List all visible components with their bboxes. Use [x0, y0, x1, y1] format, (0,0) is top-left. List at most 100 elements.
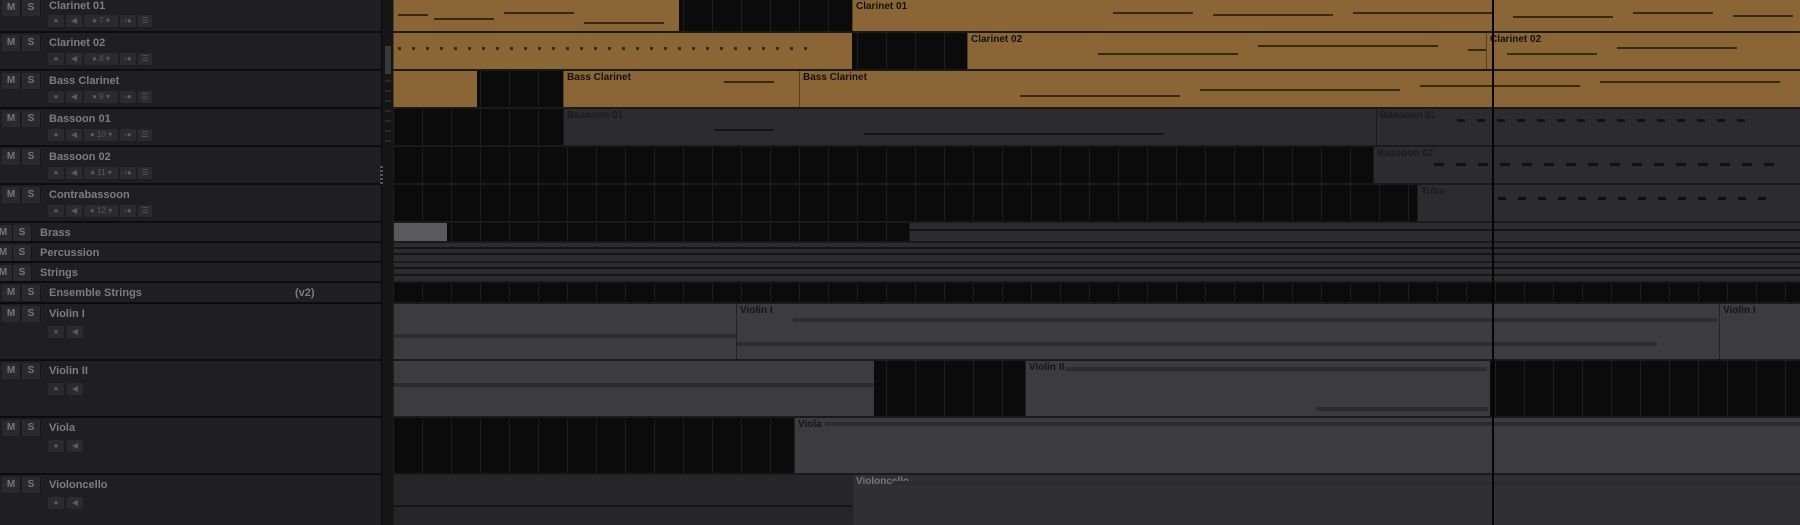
track-clarinet-01[interactable]: M S Clarinet 01 ● ◀ ● 7 ▾ ‹● ☰: [0, 0, 381, 33]
monitor-icon[interactable]: ◀: [66, 15, 82, 27]
track-name[interactable]: Percussion: [40, 247, 99, 259]
mute-button[interactable]: M: [0, 265, 13, 281]
folder-clip[interactable]: [909, 223, 1800, 241]
track-name[interactable]: Ensemble Strings: [49, 287, 142, 299]
track-name[interactable]: Brass: [40, 227, 71, 239]
playhead[interactable]: [1492, 0, 1494, 525]
midi-clip[interactable]: Bassoon 01: [1376, 109, 1800, 145]
channel-selector[interactable]: ● 8 ▾: [84, 53, 118, 65]
channel-selector[interactable]: ● 7 ▾: [84, 15, 118, 27]
mute-button[interactable]: M: [2, 73, 21, 89]
scrollbar-thumb[interactable]: [385, 46, 391, 74]
solo-button[interactable]: S: [22, 477, 41, 493]
edit-instrument-icon[interactable]: ‹●: [120, 205, 136, 217]
edit-instrument-icon[interactable]: ‹●: [120, 53, 136, 65]
track-violin-1[interactable]: M S Violin I ● ◀: [0, 304, 381, 361]
channel-selector[interactable]: ● 11 ▾: [84, 167, 118, 179]
instrument-rack-icon[interactable]: ☰: [138, 91, 152, 103]
monitor-icon[interactable]: ◀: [66, 167, 82, 179]
solo-button[interactable]: S: [22, 111, 41, 127]
track-bass-clarinet[interactable]: M S Bass Clarinet ● ◀ ● 9 ▾ ‹● ☰: [0, 71, 381, 109]
channel-selector[interactable]: ● 10 ▾: [84, 129, 118, 141]
solo-button[interactable]: S: [22, 149, 41, 165]
channel-selector[interactable]: ● 12 ▾: [84, 205, 118, 217]
mute-button[interactable]: M: [0, 225, 13, 241]
audio-clip[interactable]: [393, 361, 874, 416]
track-bassoon-01[interactable]: M S Bassoon 01 ● ◀ ● 10 ▾ ‹● ☰: [0, 109, 381, 147]
track-name[interactable]: Strings: [40, 267, 78, 279]
record-icon[interactable]: ●: [48, 15, 64, 27]
folder-track-brass[interactable]: M S Brass: [0, 223, 381, 243]
track-name[interactable]: Viola: [49, 422, 75, 434]
mute-button[interactable]: M: [2, 306, 21, 322]
audio-clip[interactable]: [393, 304, 736, 359]
monitor-icon[interactable]: ◀: [66, 91, 82, 103]
midi-clip[interactable]: [393, 71, 477, 107]
audio-clip[interactable]: Viola: [794, 418, 1800, 473]
record-icon[interactable]: ●: [48, 383, 64, 395]
track-viola[interactable]: M S Viola ● ◀: [0, 418, 381, 475]
track-violoncello[interactable]: M S Violoncello ● ◀: [0, 475, 381, 525]
mute-button[interactable]: M: [2, 111, 21, 127]
midi-clip[interactable]: [393, 0, 679, 31]
solo-button[interactable]: S: [22, 306, 41, 322]
monitor-icon[interactable]: ◀: [66, 53, 82, 65]
solo-button[interactable]: S: [22, 420, 41, 436]
track-name[interactable]: Bassoon 02: [49, 151, 111, 163]
solo-button[interactable]: S: [22, 0, 41, 16]
folder-clip[interactable]: [393, 263, 1800, 281]
solo-button[interactable]: S: [22, 363, 41, 379]
mute-button[interactable]: M: [2, 149, 21, 165]
mute-button[interactable]: M: [0, 245, 13, 261]
track-name[interactable]: Violin II: [49, 365, 88, 377]
divider-grip[interactable]: [380, 166, 383, 186]
solo-button[interactable]: S: [13, 245, 32, 261]
monitor-icon[interactable]: ◀: [66, 205, 82, 217]
mute-button[interactable]: M: [2, 420, 21, 436]
midi-clip[interactable]: [393, 33, 852, 69]
folder-clip[interactable]: [393, 243, 1800, 261]
monitor-icon[interactable]: ◀: [67, 440, 83, 452]
folder-track-percussion[interactable]: M S Percussion: [0, 243, 381, 263]
midi-clip[interactable]: Bassoon 02: [1373, 147, 1800, 183]
edit-instrument-icon[interactable]: ‹●: [120, 167, 136, 179]
mute-button[interactable]: M: [2, 0, 21, 16]
edit-instrument-icon[interactable]: ‹●: [120, 15, 136, 27]
track-bassoon-02[interactable]: M S Bassoon 02 ● ◀ ● 11 ▾ ‹● ☰: [0, 147, 381, 185]
audio-clip[interactable]: [393, 475, 852, 525]
solo-button[interactable]: S: [22, 35, 41, 51]
track-name[interactable]: Bassoon 01: [49, 113, 111, 125]
audio-clip[interactable]: Violoncello: [852, 475, 1800, 525]
folder-clip[interactable]: [393, 223, 447, 241]
record-icon[interactable]: ●: [48, 205, 64, 217]
instrument-rack-icon[interactable]: ☰: [138, 167, 152, 179]
mute-button[interactable]: M: [2, 285, 21, 301]
midi-clip[interactable]: Clarinet 02: [1486, 33, 1800, 69]
track-name[interactable]: Bass Clarinet: [49, 75, 119, 87]
instrument-rack-icon[interactable]: ☰: [138, 129, 152, 141]
record-icon[interactable]: ●: [48, 326, 64, 338]
record-icon[interactable]: ●: [48, 440, 64, 452]
track-contrabassoon[interactable]: M S Contrabassoon ● ◀ ● 12 ▾ ‹● ☰: [0, 185, 381, 223]
monitor-icon[interactable]: ◀: [67, 497, 83, 509]
mute-button[interactable]: M: [2, 187, 21, 203]
edit-instrument-icon[interactable]: ‹●: [120, 91, 136, 103]
record-icon[interactable]: ●: [48, 53, 64, 65]
arrange-area[interactable]: Clarinet 01 Clarinet 02 Clarinet 02 Bass…: [393, 0, 1800, 525]
track-violin-2[interactable]: M S Violin II ● ◀: [0, 361, 381, 418]
track-name[interactable]: Violin I: [49, 308, 85, 320]
instrument-rack-icon[interactable]: ☰: [138, 15, 152, 27]
instrument-rack-icon[interactable]: ☰: [138, 205, 152, 217]
record-icon[interactable]: ●: [48, 167, 64, 179]
edit-instrument-icon[interactable]: ‹●: [120, 129, 136, 141]
monitor-icon[interactable]: ◀: [67, 383, 83, 395]
midi-clip[interactable]: Bass Clarinet: [563, 71, 799, 107]
track-name[interactable]: Violoncello: [49, 479, 107, 491]
track-name[interactable]: Clarinet 02: [49, 37, 105, 49]
solo-button[interactable]: S: [22, 187, 41, 203]
record-icon[interactable]: ●: [48, 91, 64, 103]
instrument-rack-icon[interactable]: ☰: [138, 53, 152, 65]
midi-clip[interactable]: Bass Clarinet: [799, 71, 1800, 107]
monitor-icon[interactable]: ◀: [67, 326, 83, 338]
mute-button[interactable]: M: [2, 477, 21, 493]
